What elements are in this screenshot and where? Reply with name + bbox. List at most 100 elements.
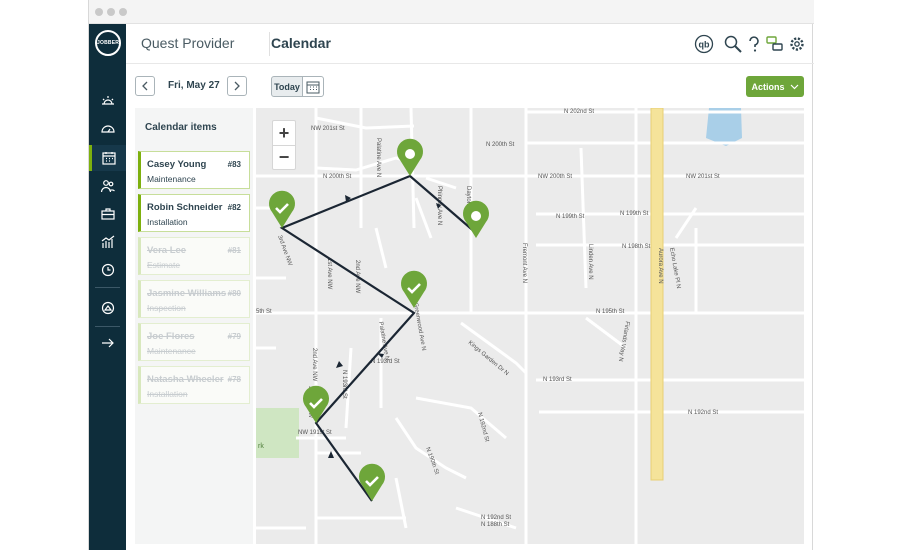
calendar-item-type: Installation (147, 217, 188, 227)
svg-text:Palatine Ave N: Palatine Ave N (375, 138, 381, 177)
job-pin-upcoming[interactable] (463, 200, 489, 238)
sidebar-divider (95, 326, 120, 327)
top-header: Quest Provider Calendar qb (126, 24, 814, 64)
calendar-item-number: #80 (227, 289, 241, 298)
svg-text:N 193rd St: N 193rd St (371, 359, 400, 365)
job-pin-done[interactable] (401, 270, 427, 308)
sidebar-item-work[interactable] (89, 201, 126, 227)
calendar-item-name: Joe Flores (147, 331, 195, 342)
svg-text:Kings Garden Dr N: Kings Garden Dr N (467, 340, 510, 377)
arrow-right-icon (101, 338, 114, 348)
svg-text:N 192nd St: N 192nd St (476, 412, 490, 443)
svg-text:N 193rd St: N 193rd St (543, 377, 572, 383)
quickbooks-icon[interactable]: qb (693, 33, 715, 55)
svg-text:N 192nd St: N 192nd St (481, 515, 511, 521)
today-button[interactable]: Today (271, 76, 303, 97)
svg-text:N 198th St: N 198th St (622, 244, 651, 250)
people-icon (100, 180, 115, 193)
sidebar-item-clients[interactable] (89, 173, 126, 199)
next-day-button[interactable] (227, 76, 247, 96)
map-canvas: rk N 202nd St NW 201st St N 200th St NW … (256, 108, 804, 544)
chevron-down-icon (790, 84, 798, 89)
svg-text:1st Ave NW: 1st Ave NW (326, 258, 332, 290)
svg-text:NW 201st St: NW 201st St (686, 174, 720, 180)
window-dot[interactable] (119, 8, 127, 16)
svg-text:N 188th St: N 188th St (481, 522, 510, 528)
search-icon[interactable] (722, 33, 744, 55)
job-pin-done[interactable] (303, 385, 329, 423)
zoom-in-button[interactable]: + (273, 121, 295, 145)
help-icon[interactable] (743, 33, 765, 55)
page-title: Calendar (271, 35, 331, 51)
chat-icon[interactable] (764, 33, 786, 55)
calendar-items-panel: Calendar items Casey Young #83 Maintenance… (135, 108, 253, 544)
calendar-toolbar: Fri, May 27 Today Actions (126, 64, 814, 108)
svg-text:Linden Ave N: Linden Ave N (587, 244, 593, 280)
calendar-item-card[interactable]: Robin Schneider #82 Installation (138, 194, 250, 232)
sidebar-item-home[interactable] (89, 88, 126, 114)
job-pin-done[interactable] (359, 463, 385, 501)
calendar-item-number: #83 (227, 160, 241, 169)
svg-text:N 200th St: N 200th St (323, 174, 352, 180)
sidebar-item-marketing[interactable] (89, 295, 126, 321)
tag-icon (101, 301, 114, 315)
window-dot[interactable] (107, 8, 115, 16)
svg-text:NW 201st St: NW 201st St (311, 126, 345, 132)
sunrise-icon (101, 96, 114, 105)
job-pin-done[interactable] (269, 190, 295, 228)
calendar-item-card[interactable]: Joe Flores #79 Maintenance (138, 323, 250, 361)
calendar-item-number: #79 (227, 332, 241, 341)
sidebar-item-timesheets[interactable] (89, 257, 126, 283)
previous-day-button[interactable] (135, 76, 155, 96)
svg-text:N 195th St: N 195th St (596, 309, 625, 315)
svg-text:5th St: 5th St (256, 309, 272, 315)
actions-label: Actions (751, 81, 785, 92)
calendar-item-card[interactable]: Casey Young #83 Maintenance (138, 151, 250, 189)
svg-text:N 202nd St: N 202nd St (564, 109, 594, 115)
svg-text:Echo Lake Pl N: Echo Lake Pl N (668, 247, 681, 289)
calendar-item-name: Robin Schneider (147, 202, 223, 213)
panel-title: Calendar items (145, 122, 217, 133)
svg-text:Greenwood Ave N: Greenwood Ave N (412, 302, 426, 351)
svg-text:N 199th St: N 199th St (556, 214, 585, 220)
calendar-item-card[interactable]: Natasha Wheeler #78 Installation (138, 366, 250, 404)
actions-button[interactable]: Actions (746, 76, 804, 97)
sidebar-collapse-button[interactable] (89, 330, 126, 356)
gear-icon[interactable] (786, 33, 808, 55)
company-name[interactable]: Quest Provider (141, 35, 234, 51)
street-labels: N 202nd St NW 201st St N 200th St NW 200… (256, 109, 720, 528)
svg-text:NW 200th St: NW 200th St (538, 174, 572, 180)
current-date: Fri, May 27 (168, 80, 220, 91)
svg-text:3rd Ave NW: 3rd Ave NW (276, 235, 293, 267)
calendar-icon (102, 152, 116, 165)
job-pin-upcoming[interactable] (397, 138, 423, 176)
calendar-item-type: Inspection (147, 303, 186, 313)
calendar-icon (306, 81, 320, 93)
calendar-item-card[interactable]: Vera Lee #81 Estimate (138, 237, 250, 275)
svg-text:NW 191st St: NW 191st St (298, 430, 332, 436)
calendar-item-number: #81 (227, 246, 241, 255)
calendar-item-name: Natasha Wheeler (147, 374, 224, 385)
park-label: rk (258, 443, 264, 450)
calendar-item-name: Vera Lee (147, 245, 187, 256)
calendar-item-type: Installation (147, 389, 188, 399)
window-titlebar (89, 0, 814, 24)
highway (650, 108, 664, 481)
jobber-logo[interactable]: JOBBER (95, 30, 121, 56)
calendar-item-name: Jasmine Williams (147, 288, 227, 299)
window-dot[interactable] (95, 8, 103, 16)
map-zoom-controls: + − (272, 120, 296, 170)
calendar-item-type: Maintenance (147, 174, 196, 184)
date-picker-button[interactable] (302, 76, 324, 97)
svg-text:Aurora Ave N: Aurora Ave N (657, 248, 663, 284)
sidebar-item-reports[interactable] (89, 229, 126, 255)
sidebar-item-dashboard[interactable] (89, 116, 126, 142)
calendar-item-number: #78 (227, 375, 241, 384)
sidebar-item-calendar[interactable] (89, 145, 126, 171)
chart-icon (101, 235, 114, 248)
svg-text:qb: qb (699, 40, 710, 50)
zoom-out-button[interactable]: − (273, 145, 295, 169)
calendar-item-card[interactable]: Jasmine Williams #80 Inspection (138, 280, 250, 318)
svg-text:Fremont Ave N: Fremont Ave N (521, 243, 527, 283)
route-map[interactable]: rk N 202nd St NW 201st St N 200th St NW … (256, 108, 804, 544)
